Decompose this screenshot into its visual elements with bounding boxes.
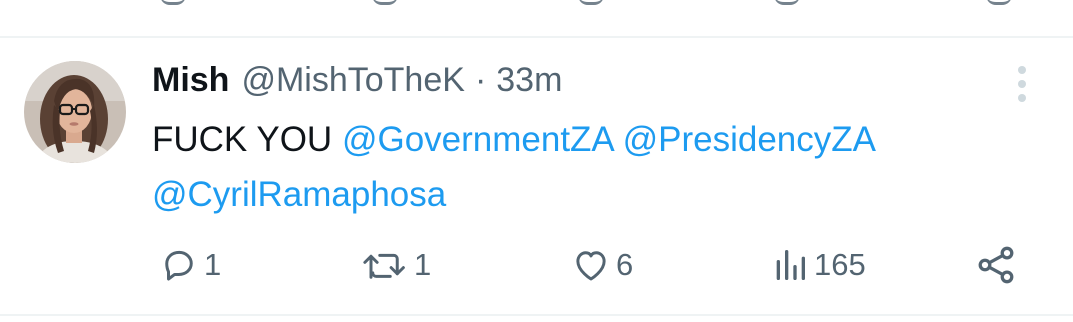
more-vertical-icon-dot	[1018, 80, 1026, 88]
tweet-header: Mish @MishToTheK · 33m	[152, 58, 562, 102]
mention-link[interactable]: @GovernmentZA	[342, 120, 613, 159]
more-vertical-icon-dot	[1018, 94, 1026, 102]
retweet-button[interactable]: 1	[360, 240, 431, 290]
more-vertical-icon-dot	[1018, 66, 1026, 74]
more-options-button[interactable]	[1004, 62, 1040, 106]
previous-views-icon[interactable]	[774, 0, 800, 5]
mention-link[interactable]: @CyrilRamaphosa	[152, 175, 446, 214]
share-button[interactable]	[974, 240, 1018, 290]
heart-icon	[576, 251, 606, 281]
tweet-actions: 1 1 6 165	[0, 240, 1073, 290]
avatar[interactable]	[24, 61, 126, 163]
reply-button[interactable]: 1	[158, 240, 221, 290]
views-count: 165	[814, 247, 866, 282]
reply-icon	[165, 250, 193, 281]
mention-link[interactable]: @PresidencyZA	[623, 120, 876, 159]
share-icon	[978, 246, 1014, 284]
previous-tweet-actions	[0, 0, 1073, 36]
tweet-timestamp[interactable]: 33m	[496, 61, 562, 100]
author-handle[interactable]: @MishToTheK	[241, 61, 464, 100]
retweet-icon	[363, 253, 405, 279]
top-divider	[0, 36, 1073, 38]
previous-reply-icon[interactable]	[160, 0, 186, 5]
separator-dot: ·	[474, 60, 487, 99]
views-button[interactable]: 165	[770, 240, 866, 290]
views-icon	[776, 250, 805, 280]
like-count: 6	[616, 247, 634, 282]
previous-retweet-icon[interactable]	[372, 0, 398, 5]
author-name[interactable]: Mish	[152, 61, 229, 100]
tweet-text: FUCK YOU @GovernmentZA @PresidencyZA @Cyr…	[152, 112, 1032, 222]
retweet-count: 1	[414, 247, 432, 282]
reply-count: 1	[204, 247, 222, 282]
tweet-text-prefix: FUCK YOU	[152, 120, 342, 159]
previous-like-icon[interactable]	[578, 0, 604, 5]
avatar-photo	[24, 61, 126, 163]
previous-share-icon[interactable]	[986, 0, 1012, 5]
bottom-divider	[0, 314, 1073, 316]
like-button[interactable]: 6	[570, 240, 633, 290]
